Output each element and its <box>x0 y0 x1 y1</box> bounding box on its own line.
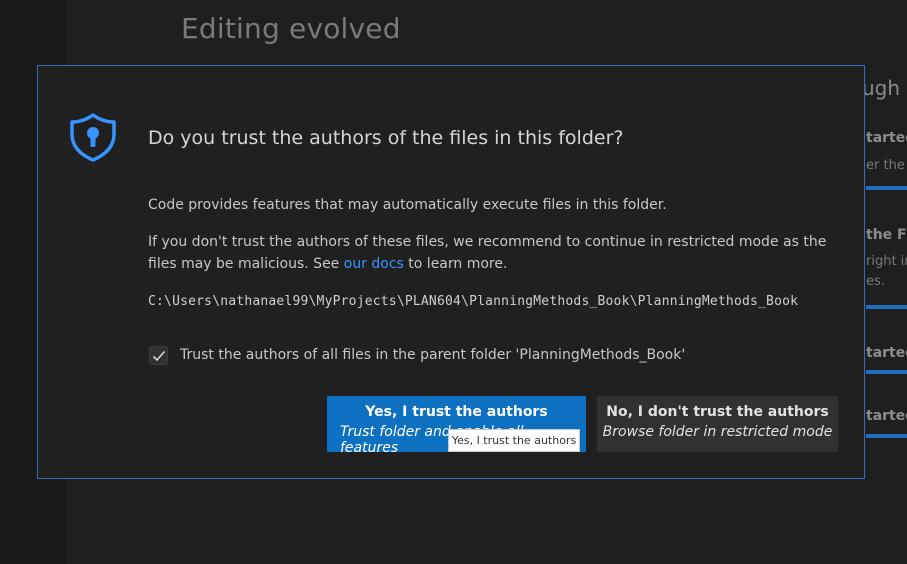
walkthrough-progress-bar <box>866 370 907 374</box>
walkthrough-card-subtitle: es. <box>866 274 885 289</box>
folder-path: C:\Users\nathanael99\MyProjects\PLAN604\… <box>148 294 799 309</box>
walkthrough-card-title[interactable]: tarted <box>866 130 907 146</box>
dont-trust-button-subtitle: Browse folder in restricted mode <box>602 424 833 440</box>
trust-parent-checkbox[interactable] <box>149 346 168 365</box>
dialog-warning-text-end: to learn more. <box>403 256 508 272</box>
trust-button-tooltip: Yes, I trust the authors <box>448 429 580 452</box>
trust-button-title: Yes, I trust the authors <box>365 404 548 420</box>
dialog-title: Do you trust the authors of the files in… <box>148 127 624 149</box>
trust-parent-label[interactable]: Trust the authors of all files in the pa… <box>180 347 685 363</box>
workspace-trust-dialog: Do you trust the authors of the files in… <box>37 65 865 479</box>
walkthrough-card-title[interactable]: the F <box>866 227 907 243</box>
dialog-description: Code provides features that may automati… <box>148 197 667 213</box>
checkmark-icon <box>152 350 166 362</box>
dialog-message: Code provides features that may automati… <box>148 194 848 313</box>
walkthrough-card-subtitle: er the <box>866 158 905 173</box>
walkthrough-progress-bar <box>866 434 907 438</box>
shield-lock-icon <box>68 112 118 162</box>
dont-trust-button-title: No, I don't trust the authors <box>606 404 829 420</box>
walkthrough-card-subtitle: right in <box>866 254 907 269</box>
dialog-warning: If you don't trust the authors of these … <box>148 231 848 275</box>
docs-link[interactable]: our docs <box>344 256 404 272</box>
walkthrough-card-title[interactable]: tarted <box>866 408 907 424</box>
walkthrough-progress-bar <box>866 186 907 190</box>
walkthrough-progress-bar <box>866 305 907 309</box>
vscode-window: Editing evolved ugh tarted er the the F … <box>0 0 907 564</box>
walkthrough-card-title[interactable]: tarted <box>866 345 907 361</box>
dont-trust-button[interactable]: No, I don't trust the authors Browse fol… <box>597 396 838 452</box>
welcome-heading: Editing evolved <box>181 12 401 45</box>
walkthroughs-heading: ugh <box>862 76 901 100</box>
